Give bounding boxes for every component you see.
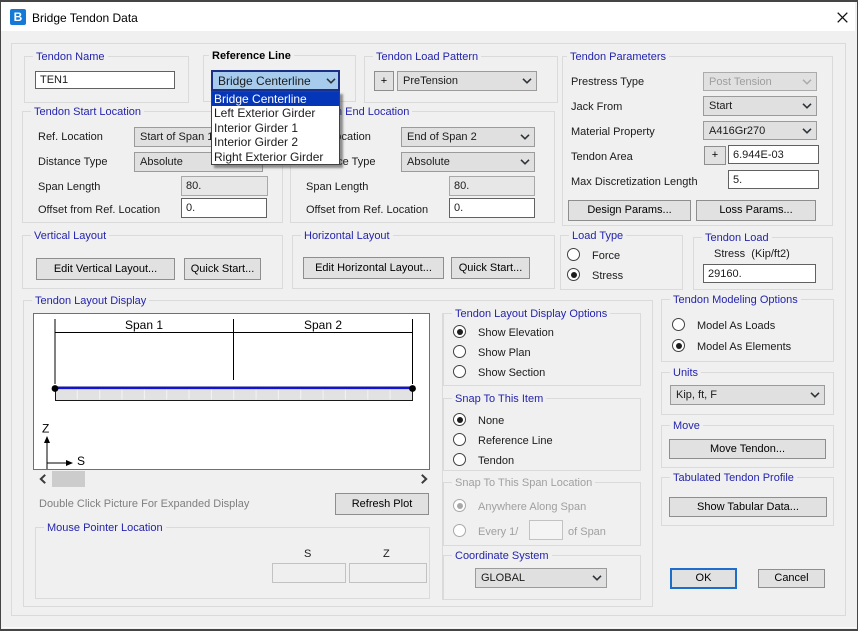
- svg-text:S: S: [77, 454, 85, 468]
- svg-text:Z: Z: [42, 422, 49, 436]
- svg-text:Span 2: Span 2: [304, 318, 342, 332]
- svg-text:Span 1: Span 1: [125, 318, 163, 332]
